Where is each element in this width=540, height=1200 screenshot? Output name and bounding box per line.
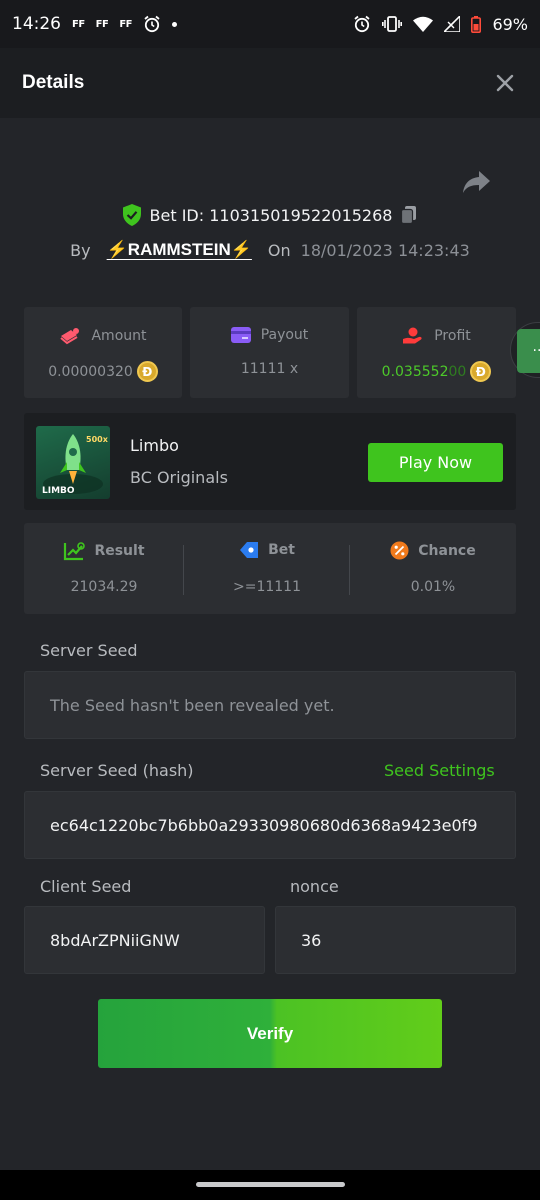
by-label: By — [70, 240, 91, 260]
bet-date: 18/01/2023 14:23:43 — [300, 240, 470, 260]
share-button[interactable] — [462, 170, 492, 196]
profit-card: Profit 0.03555200 Ð — [357, 307, 516, 398]
verified-shield-icon — [122, 204, 141, 226]
result-card: Result 21034.29 Bet >=11111 Chance 0.01% — [24, 523, 516, 614]
more-notifications-dot-icon — [172, 21, 178, 27]
username-link[interactable]: ⚡RAMMSTEIN⚡ — [107, 240, 252, 260]
page-title: Details — [22, 72, 85, 93]
game-name: Limbo — [130, 436, 179, 455]
amount-value: 0.00000320 — [48, 363, 133, 380]
bet-author-row: By ⚡RAMMSTEIN⚡ On 18/01/2023 14:23:43 — [0, 240, 540, 260]
result-label: Result — [94, 543, 145, 559]
chance-value: 0.01% — [410, 579, 456, 595]
notification-ff-icon: FF — [72, 18, 85, 30]
seed-settings-link[interactable]: Seed Settings — [384, 761, 495, 780]
profit-hand-icon — [403, 327, 422, 344]
result-column: Result 21034.29 — [24, 523, 184, 614]
nonce-label: nonce — [290, 877, 339, 896]
payout-value: 11111 x — [240, 361, 299, 377]
server-seed-field[interactable]: The Seed hasn't been revealed yet. — [24, 671, 516, 739]
doge-coin-icon: Ð — [470, 361, 492, 382]
limbo-game-thumbnail[interactable]: 500x LIMBO — [36, 426, 110, 499]
close-icon — [496, 74, 514, 92]
thumb-game-label: LIMBO — [42, 486, 75, 496]
alarm-icon — [143, 15, 161, 33]
play-now-button[interactable]: Play Now — [368, 443, 503, 482]
signal-icon — [444, 16, 461, 32]
wifi-icon — [413, 16, 434, 32]
system-navigation-bar — [0, 1170, 540, 1200]
client-seed-label: Client Seed — [40, 877, 132, 896]
thumb-multiplier-badge: 500x — [86, 435, 109, 444]
amount-label: Amount — [91, 328, 147, 344]
nonce-field[interactable]: 36 — [275, 906, 516, 974]
result-value: 21034.29 — [70, 579, 138, 595]
bet-tag-icon — [240, 542, 259, 558]
profit-label: Profit — [434, 328, 471, 344]
bet-value: >=11111 — [233, 579, 301, 595]
game-provider: BC Originals — [130, 468, 228, 487]
doge-coin-icon: Ð — [136, 361, 158, 382]
bet-id: Bet ID: 110315019522015268 — [149, 205, 393, 225]
notification-ff-icon: FF — [119, 18, 133, 30]
alarm-icon — [353, 15, 371, 33]
amount-card: Amount 0.00000320 Ð — [24, 307, 182, 398]
chance-percent-icon — [390, 541, 409, 560]
details-header: Details — [0, 48, 540, 118]
game-card: 500x LIMBO Limbo BC Originals Play Now — [24, 413, 516, 510]
bet-id-row: Bet ID: 110315019522015268 — [0, 204, 540, 226]
home-gesture-pill[interactable] — [196, 1182, 345, 1187]
status-bar: 14:26 FF FF FF 69% — [0, 0, 540, 48]
payout-card: Payout 11111 x — [190, 307, 349, 398]
payout-label: Payout — [260, 327, 309, 343]
server-seed-label: Server Seed — [40, 641, 138, 660]
payout-card-icon — [230, 327, 251, 343]
battery-percent: 69% — [492, 14, 528, 34]
server-seed-hash-field[interactable]: ec64c1220bc7b6bb0a29330980680d6368a9423e… — [24, 791, 516, 859]
bet-column: Bet >=11111 — [184, 523, 350, 614]
vibrate-icon — [382, 15, 403, 33]
server-seed-hash-label: Server Seed (hash) — [40, 761, 194, 780]
copy-icon[interactable] — [400, 205, 418, 225]
notification-ff-icon: FF — [95, 18, 109, 30]
amount-coins-icon — [60, 328, 80, 345]
verify-button[interactable]: Verify — [98, 999, 442, 1068]
on-label: On — [267, 240, 291, 260]
side-tab-handle[interactable]: ·· — [517, 329, 540, 373]
profit-value: 0.03555200 — [381, 363, 467, 380]
chance-label: Chance — [418, 542, 476, 559]
clock-time: 14:26 — [12, 14, 61, 34]
share-icon — [463, 171, 490, 193]
chance-column: Chance 0.01% — [350, 523, 516, 614]
bet-label: Bet — [268, 542, 295, 558]
client-seed-field[interactable]: 8bdArZPNiiGNW — [24, 906, 265, 974]
close-button[interactable] — [492, 70, 518, 96]
battery-icon — [471, 15, 482, 33]
result-chart-icon — [64, 542, 86, 561]
